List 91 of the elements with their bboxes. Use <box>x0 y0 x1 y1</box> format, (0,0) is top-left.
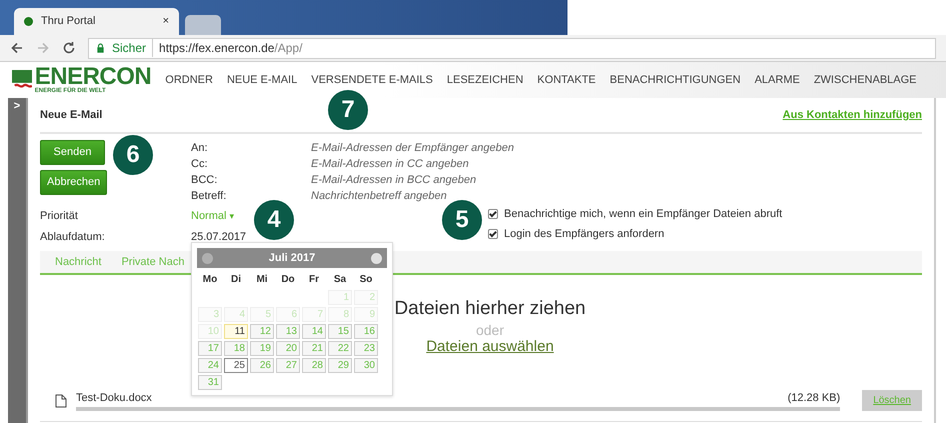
nav-link[interactable]: ALARME <box>754 72 800 88</box>
callout-marker: 4 <box>254 200 294 240</box>
nav-link[interactable]: VERSENDETE E-MAILS <box>311 72 433 88</box>
checkbox[interactable] <box>488 229 498 239</box>
field-label: Cc: <box>191 157 208 172</box>
weekday-label: Fr <box>308 273 320 287</box>
calendar-day[interactable]: 29 <box>328 358 352 373</box>
calendar-day[interactable]: 20 <box>276 341 300 356</box>
calendar-day[interactable]: 16 <box>354 324 378 339</box>
calendar-day: 7 <box>302 307 326 322</box>
file-size: (12.28 KB) <box>788 391 840 406</box>
calendar-day: 8 <box>328 307 352 322</box>
or-text: oder <box>476 324 504 336</box>
date-value[interactable]: 25.07.2017 <box>191 228 246 245</box>
browser-tab[interactable]: Thru Portal × <box>14 8 179 35</box>
calendar-day: 1 <box>328 290 352 305</box>
calendar-day[interactable]: 13 <box>276 324 300 339</box>
calendar-day[interactable]: 15 <box>328 324 352 339</box>
checkbox-label: Benachrichtige mich, wenn ein Empfänger Dateien abruft <box>504 206 782 222</box>
weekday-label: Mi <box>255 273 269 287</box>
calendar-day[interactable]: 21 <box>302 341 326 356</box>
address-bar[interactable]: Sicher https://fex.enercon.de/App/ <box>88 38 936 58</box>
field-label: Priorität <box>40 209 79 224</box>
brand-name: ENERCON <box>34 66 152 88</box>
drop-hint: Dateien hierher ziehen <box>394 297 586 321</box>
calendar-day: 9 <box>354 307 378 322</box>
calendar-day[interactable]: 30 <box>354 358 378 373</box>
calendar-day[interactable]: 24 <box>198 358 222 373</box>
input-field[interactable]: E-Mail-Adressen der Empfänger angeben <box>311 140 611 156</box>
send-button[interactable]: Senden <box>40 140 105 164</box>
calendar-day: 5 <box>250 307 274 322</box>
priority-dropdown[interactable]: Normal ▾ <box>191 208 235 224</box>
nav-link[interactable]: ORDNER <box>165 72 213 88</box>
field-label: Betreff: <box>191 189 228 204</box>
back-icon[interactable] <box>10 41 24 55</box>
calendar-day[interactable]: 28 <box>302 358 326 373</box>
reload-icon[interactable] <box>62 41 76 55</box>
calendar-day[interactable]: 27 <box>276 358 300 373</box>
month-title: Juli 2017 <box>268 250 316 266</box>
field-label: An: <box>191 141 209 156</box>
calendar-day[interactable]: 22 <box>328 341 352 356</box>
url-text: https://fex.enercon.de/App/ <box>152 39 302 57</box>
calendar-day[interactable]: 18 <box>224 341 248 356</box>
field-label: BCC: <box>191 173 218 188</box>
calendar-day: 4 <box>224 307 248 322</box>
sidebar-toggle[interactable]: > <box>8 98 26 114</box>
calendar-day[interactable]: 12 <box>250 324 274 339</box>
lock-icon <box>95 41 106 55</box>
tab-close-button[interactable]: × <box>162 13 169 30</box>
calendar-day[interactable]: 17 <box>198 341 222 356</box>
callout-marker: 6 <box>113 135 153 175</box>
calendar-day[interactable]: 31 <box>198 375 222 390</box>
field-label: Ablaufdatum: <box>40 230 106 244</box>
checkbox[interactable] <box>488 209 498 219</box>
message-tab[interactable]: Private Nach <box>121 254 184 270</box>
calendar-day[interactable]: 11 <box>224 324 248 339</box>
calendar-day[interactable]: 14 <box>302 324 326 339</box>
choose-files-link[interactable]: Dateien auswählen <box>426 336 554 358</box>
tab-title: Thru Portal <box>41 14 96 30</box>
weekday-label: Sa <box>332 273 348 287</box>
nav-link[interactable]: ZWISCHENABLAGE <box>814 72 917 88</box>
calendar-day[interactable]: 19 <box>250 341 274 356</box>
input-field[interactable]: E-Mail-Adressen in CC angeben <box>311 156 611 172</box>
calendar-day[interactable]: 23 <box>354 341 378 356</box>
weekday-label: Di <box>230 273 242 287</box>
nav-link[interactable]: NEUE E-MAIL <box>226 72 298 88</box>
calendar-day: 10 <box>198 324 222 339</box>
calendar-day: 6 <box>276 307 300 322</box>
callout-marker: 5 <box>442 200 482 240</box>
message-tab[interactable]: Nachricht <box>55 254 102 270</box>
weekday-label: So <box>358 273 374 287</box>
calendar-day[interactable]: 26 <box>250 358 274 373</box>
callout-marker: 7 <box>328 90 368 130</box>
calendar-day: 2 <box>354 290 378 305</box>
weekday-label: Mo <box>202 273 218 287</box>
weekday-label: Do <box>280 273 296 287</box>
checkbox-label: Login des Empfängers anfordern <box>504 226 664 242</box>
security-label: Sicher <box>112 40 146 57</box>
nav-link[interactable]: KONTAKTE <box>537 72 596 88</box>
add-contacts-link[interactable]: Aus Kontakten hinzufügen <box>782 106 922 124</box>
nav-link[interactable]: LESEZEICHEN <box>446 72 524 88</box>
file-name: Test-Doku.docx <box>76 391 152 406</box>
document-icon <box>54 394 68 408</box>
input-field[interactable]: E-Mail-Adressen in BCC angeben <box>311 172 611 188</box>
cancel-button[interactable]: Abbrechen <box>40 170 108 194</box>
calendar-day[interactable]: 25 <box>224 358 248 373</box>
page-title: Neue E-Mail <box>40 108 102 123</box>
nav-link[interactable]: BENACHRICHTIGUNGEN <box>610 72 741 88</box>
delete-button[interactable]: Löschen <box>862 390 922 411</box>
calendar-day: 3 <box>198 307 222 322</box>
status-dot-icon <box>24 17 33 26</box>
